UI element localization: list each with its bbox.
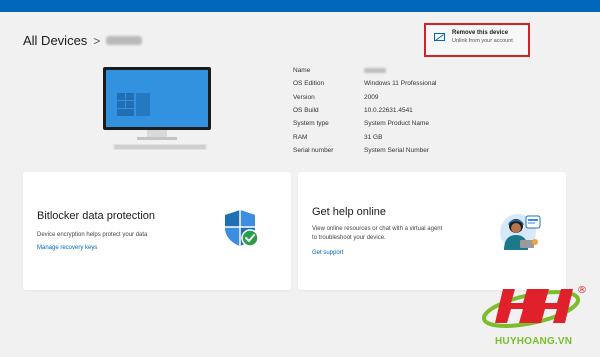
spec-row-os-edition: OS Edition Windows 11 Professional	[293, 77, 437, 90]
unlink-device-icon	[434, 33, 445, 41]
spec-label: OS Edition	[293, 80, 325, 88]
get-help-title: Get help online	[312, 206, 386, 218]
breadcrumb-device-name-redacted	[106, 36, 143, 45]
device-specs: Name OS Edition Windows 11 Professional …	[293, 64, 437, 157]
get-help-description: View online resources or chat with a vir…	[312, 226, 443, 241]
shield-check-icon	[225, 210, 259, 247]
spec-row-ram: RAM 31 GB	[293, 130, 437, 143]
spec-label: Name	[293, 67, 311, 75]
breadcrumb-all-devices[interactable]: All Devices	[23, 33, 87, 48]
spec-label: RAM	[293, 133, 308, 141]
bitlocker-card: Bitlocker data protection Device encrypt…	[23, 172, 291, 290]
spec-row-os-build: OS Build 10.0.22631.4541	[293, 104, 437, 117]
spec-value: System Serial Number	[364, 146, 430, 154]
spec-label: Version	[293, 93, 315, 101]
spec-value: System Product Name	[364, 120, 430, 128]
spec-row-version: Version 2009	[293, 91, 437, 104]
breadcrumb-separator: >	[93, 33, 101, 48]
spec-row-system-type: System type System Product Name	[293, 117, 437, 130]
spec-value: Windows 11 Professional	[364, 80, 437, 88]
spec-value: 31 GB	[364, 133, 383, 141]
breadcrumb: All Devices >	[23, 33, 143, 48]
spec-value: 10.0.22631.4541	[364, 107, 413, 115]
spec-row-name: Name	[293, 64, 437, 77]
huyhoang-logo: ®	[481, 285, 587, 328]
desktop-computer-icon	[103, 67, 211, 150]
spec-value: 2009	[364, 93, 379, 101]
spec-label: OS Build	[293, 107, 319, 115]
bitlocker-description: Device encryption helps protect your dat…	[37, 232, 148, 238]
registered-mark: ®	[577, 285, 587, 296]
remove-device-title: Remove this device	[452, 30, 509, 36]
huyhoang-watermark-text: HUYHOANG.VN	[495, 336, 573, 347]
remove-device-button[interactable]: Remove this device Unlink from your acco…	[424, 23, 530, 57]
spec-label: Serial number	[293, 146, 334, 154]
get-support-link[interactable]: Get support	[312, 250, 343, 256]
support-agent-icon	[500, 214, 541, 250]
manage-recovery-keys-link[interactable]: Manage recovery keys	[37, 245, 97, 251]
spec-label: System type	[293, 120, 329, 128]
get-help-card: Get help online View online resources or…	[298, 172, 566, 290]
spec-value-redacted	[364, 68, 386, 74]
remove-device-subtitle: Unlink from your account	[452, 38, 513, 44]
bitlocker-title: Bitlocker data protection	[37, 210, 156, 222]
spec-row-serial-number: Serial number System Serial Number	[293, 144, 437, 157]
top-accent-bar	[0, 0, 600, 12]
